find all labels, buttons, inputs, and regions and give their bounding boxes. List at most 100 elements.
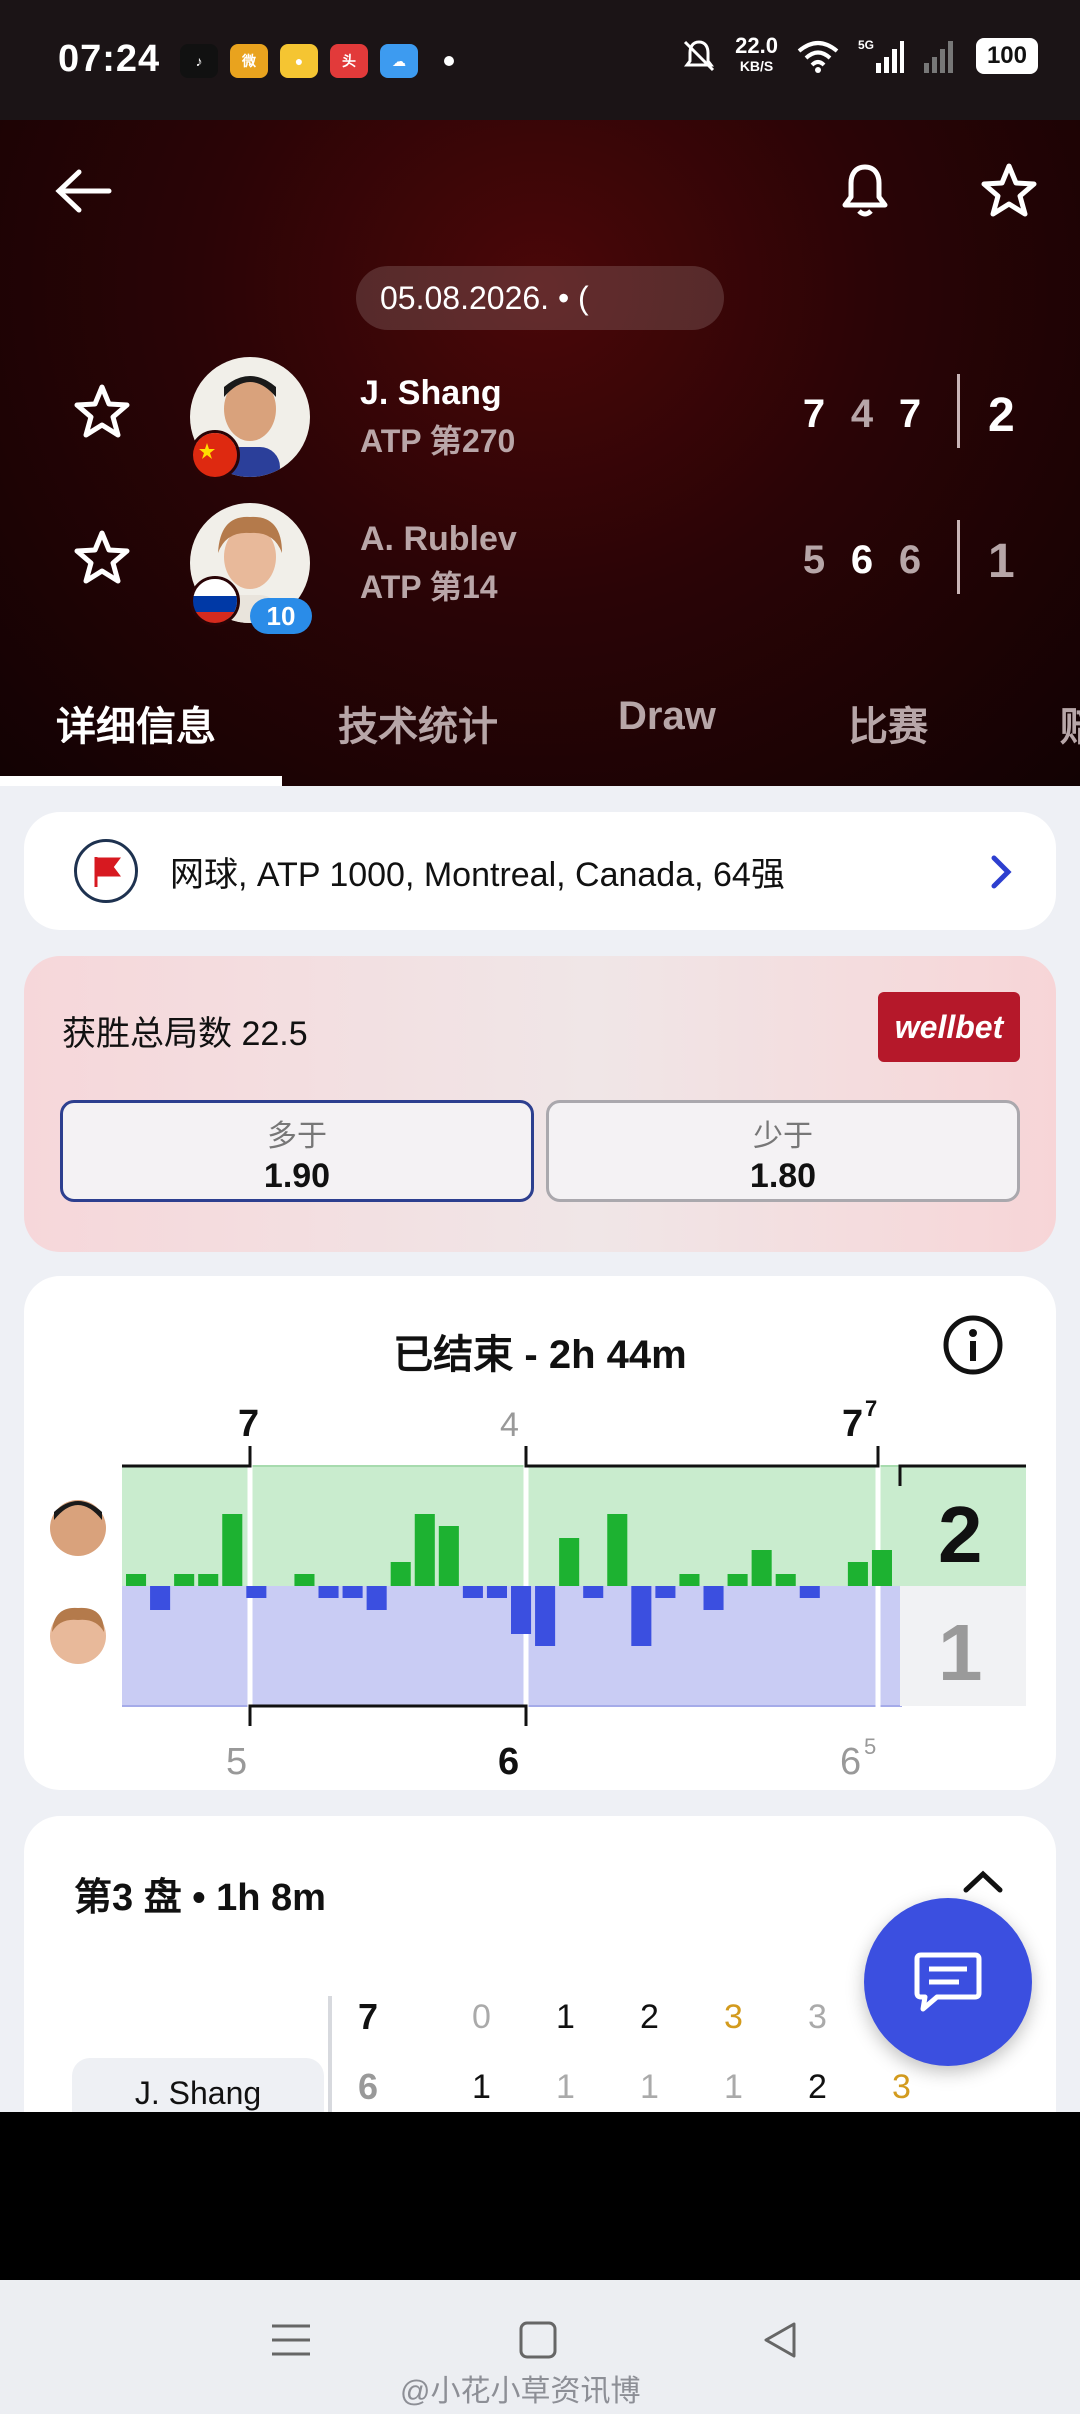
chevron-up-icon[interactable]: [960, 1866, 1006, 1901]
favorite-match-button[interactable]: [974, 156, 1044, 226]
more-notifications-icon: [444, 56, 454, 66]
p1-momentum-bar: [198, 1574, 219, 1586]
set3-bottom-score: 6: [840, 1741, 861, 1783]
russia-flag-icon: [190, 576, 240, 626]
p1-momentum-bar: [126, 1574, 147, 1586]
p1-momentum-bar: [174, 1574, 195, 1586]
player-row-2[interactable]: 10 A. Rublev ATP 第14 5 6 6 1: [0, 498, 1080, 634]
set-score: 6: [898, 538, 922, 582]
cellular-signal-icon: 5G: [858, 38, 904, 73]
tab-bar: 详细信息 技术统计 Draw 比赛 赔: [0, 680, 1080, 780]
arrow-left-icon: [55, 169, 112, 213]
p2-momentum-bar: [342, 1586, 363, 1598]
game-scores-p1: 0 1 2 3 3: [472, 1998, 892, 2037]
bell-icon: [842, 164, 888, 217]
game-score: 2: [808, 2068, 827, 2106]
player-row-1[interactable]: J. Shang ATP 第270 7 4 7 2: [0, 352, 1080, 482]
game-score: 3: [724, 1998, 743, 2036]
chevron-right-icon: [986, 852, 1016, 897]
p2-momentum-bar: [535, 1586, 556, 1646]
odds-value: 1.90: [263, 1157, 331, 1195]
tab-stats[interactable]: 技术统计: [338, 694, 498, 752]
back-nav-button[interactable]: [760, 2320, 800, 2365]
p1-momentum-bar: [751, 1550, 772, 1586]
watermark: @小花小草资讯博: [400, 2375, 641, 2408]
divider: [957, 520, 960, 594]
momentum-chart: 7 4 7 7 5 6 6 5 2 1: [50, 1396, 1026, 1783]
black-band: [0, 2112, 1080, 2280]
game-score: 0: [472, 1998, 491, 2036]
tiktok-icon: ♪: [180, 44, 218, 78]
tournament-card[interactable]: 网球, ATP 1000, Montreal, Canada, 64强: [24, 812, 1056, 930]
home-square-icon: [519, 2321, 557, 2359]
tournament-name: 网球, ATP 1000, Montreal, Canada, 64强: [170, 855, 785, 894]
p2-momentum-bar: [631, 1586, 652, 1646]
menu-nav-button[interactable]: [270, 2320, 312, 2365]
chat-button[interactable]: [864, 1898, 1032, 2066]
over-odds-button[interactable]: 多于 1.90: [60, 1100, 534, 1202]
back-button[interactable]: [48, 156, 118, 226]
bet-title: 获胜总局数 22.5: [62, 1015, 308, 1053]
p1-momentum-bar: [414, 1514, 435, 1586]
p2-momentum-bar: [366, 1586, 387, 1610]
tournament-icon: [74, 839, 138, 903]
p1-momentum-bar: [871, 1550, 892, 1586]
notification-button[interactable]: [830, 156, 900, 226]
sets-won: 2: [988, 389, 1015, 442]
active-tab-indicator: [0, 776, 282, 786]
p1-momentum-bar: [294, 1574, 315, 1586]
p1-momentum-bar: [679, 1574, 700, 1586]
set2-bottom-score: 6: [498, 1741, 519, 1783]
favorite-player-button[interactable]: [72, 382, 132, 447]
china-flag-icon: [190, 430, 240, 480]
set3-top-score: 7: [842, 1403, 863, 1445]
p2-momentum-bar: [655, 1586, 676, 1598]
p1-momentum-bar: [390, 1562, 411, 1586]
set1-top-score: 7: [238, 1403, 259, 1445]
clock: 07:24: [58, 38, 161, 80]
wellbet-logo[interactable]: wellbet: [878, 992, 1020, 1062]
p1-momentum-bar: [775, 1574, 796, 1586]
player-rank: ATP 第270: [360, 423, 516, 459]
tiebreak-top: 7: [865, 1396, 877, 1421]
player-label: J. Shang: [72, 2058, 324, 2112]
set-score: 6: [850, 538, 874, 582]
p2-momentum-bar: [318, 1586, 339, 1598]
chat-icon: [914, 1952, 982, 2012]
game-score: 1: [724, 2068, 743, 2106]
bell-muted-icon: [684, 40, 715, 72]
under-odds-button[interactable]: 少于 1.80: [546, 1100, 1020, 1202]
p2-momentum-bar: [583, 1586, 604, 1598]
game-score: 1: [556, 1998, 575, 2036]
svg-text:5G: 5G: [858, 38, 874, 52]
weather-icon: ☁: [380, 44, 418, 78]
tab-odds[interactable]: 赔: [1060, 694, 1080, 752]
toutiao-icon: 头: [330, 44, 368, 78]
odds-label: 多于: [267, 1120, 327, 1153]
set-score-p1: 7: [358, 1996, 379, 2037]
p1-momentum-bar: [559, 1538, 580, 1586]
set-score: 5: [802, 538, 826, 582]
set-title: 第3 盘 • 1h 8m: [74, 1877, 326, 1919]
game-score: 1: [472, 2068, 491, 2106]
network-speed: 22.0 KB/S: [735, 33, 778, 75]
star-icon: [981, 163, 1037, 217]
p1-momentum-bar: [438, 1526, 459, 1586]
tab-matches[interactable]: 比赛: [848, 694, 928, 752]
menu-icon: [272, 2324, 310, 2356]
set-score: 4: [850, 392, 874, 436]
favorite-player-button[interactable]: [72, 528, 132, 593]
weibo-icon: 微: [230, 44, 268, 78]
p2-momentum-bar: [703, 1586, 724, 1610]
set-score: 7: [802, 392, 826, 436]
wifi-icon: [797, 41, 839, 73]
bet-card: 获胜总局数 22.5 wellbet 多于 1.90 少于 1.80: [24, 956, 1056, 1252]
p2-momentum-bar: [462, 1586, 483, 1598]
set-score-p2: 6: [358, 2066, 379, 2107]
tab-details[interactable]: 详细信息: [56, 694, 216, 752]
p2-momentum-bar: [799, 1586, 820, 1598]
tab-draw[interactable]: Draw: [618, 694, 716, 739]
status-bar: 07:24 ♪ 微 ● 头 ☁ 22.0 KB/S 5G 100: [0, 0, 1080, 120]
total-bottom: 1: [938, 1608, 983, 1697]
home-nav-button[interactable]: [518, 2320, 558, 2365]
